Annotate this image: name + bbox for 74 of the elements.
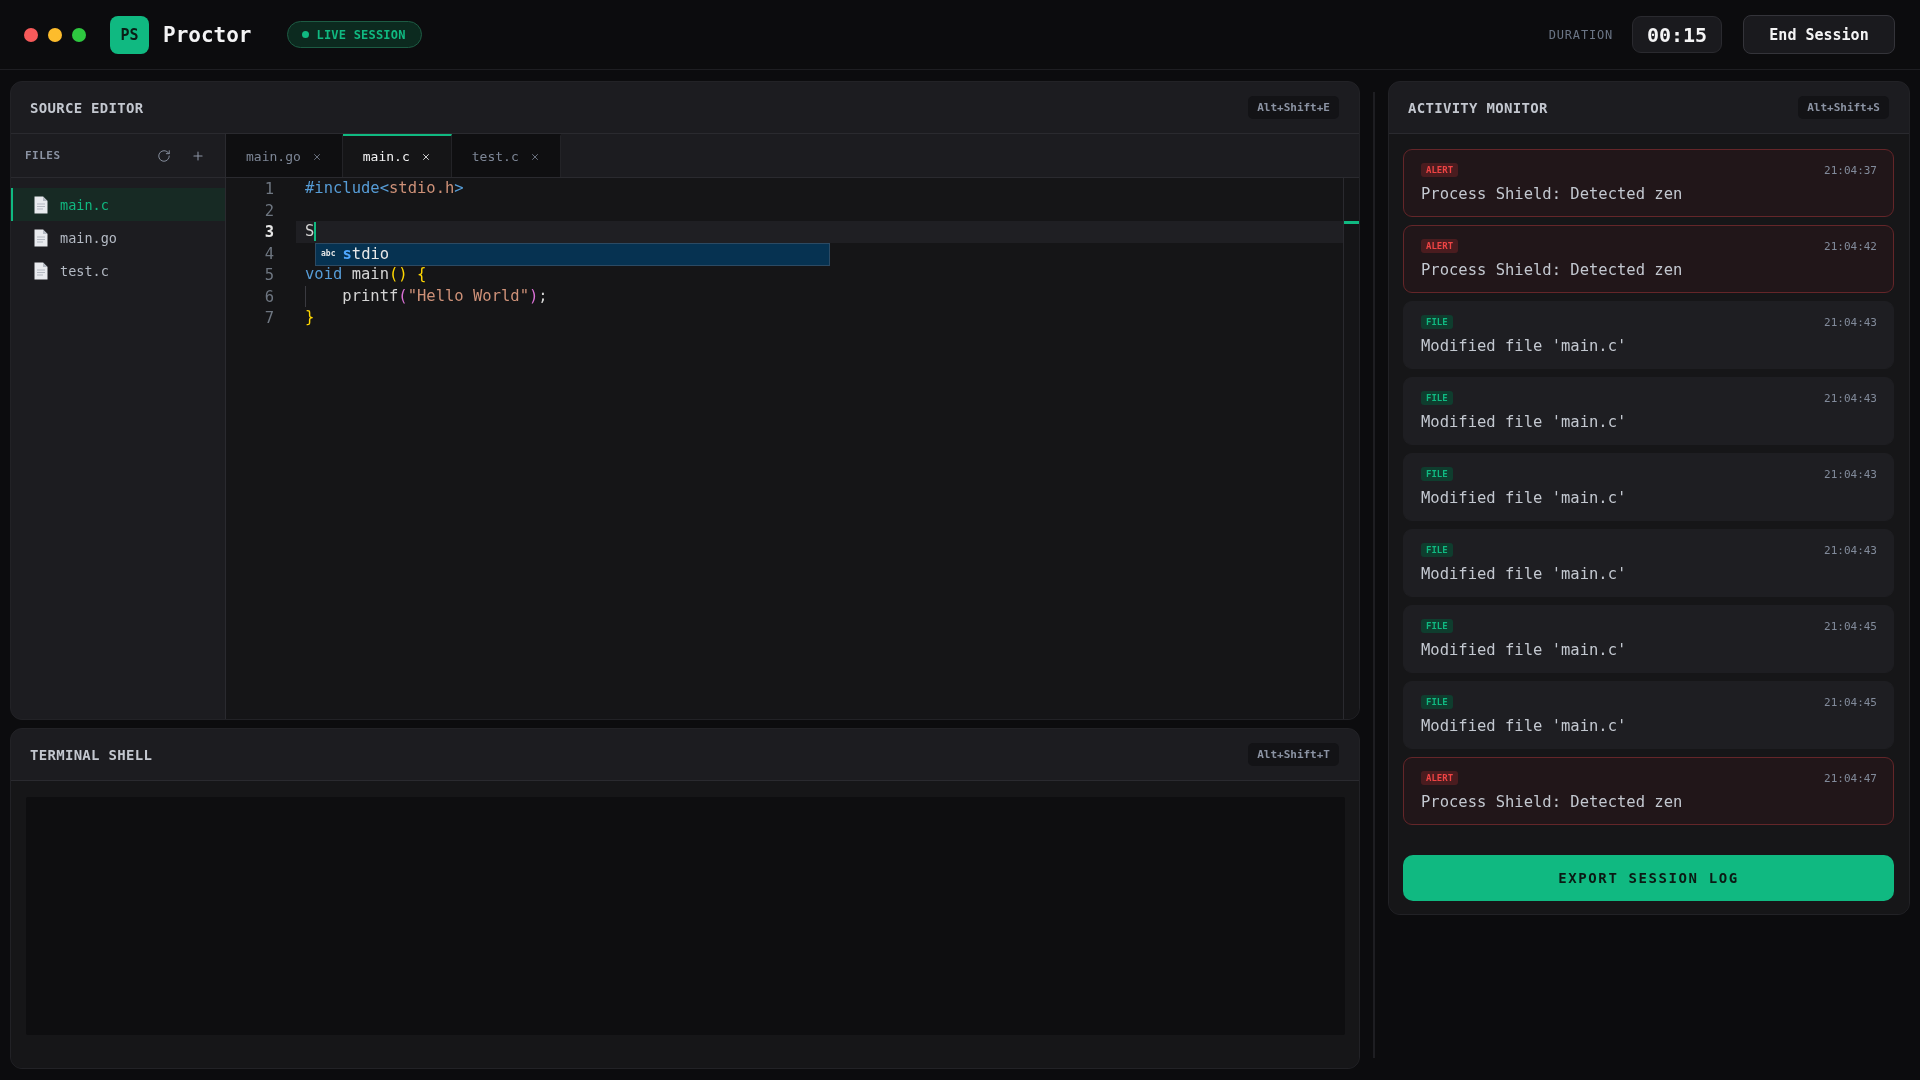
line-number: 7 bbox=[264, 309, 274, 327]
files-heading: FILES bbox=[25, 149, 61, 162]
file-item[interactable]: test.c bbox=[11, 254, 225, 287]
line-number: 1 bbox=[264, 180, 274, 198]
autocomplete-popup[interactable]: abc stdio bbox=[315, 242, 830, 266]
code-line: S bbox=[305, 221, 315, 242]
code-line: void main() { bbox=[305, 264, 427, 285]
panel-title: ACTIVITY MONITOR bbox=[1408, 99, 1548, 116]
event-message: Process Shield: Detected zen bbox=[1421, 792, 1683, 812]
end-session-button[interactable]: End Session bbox=[1743, 15, 1895, 54]
plus-icon bbox=[191, 148, 205, 163]
file-item[interactable]: main.go bbox=[11, 221, 225, 254]
shortcut-badge: Alt+Shift+T bbox=[1248, 743, 1339, 766]
event-message: Modified file 'main.c' bbox=[1421, 488, 1627, 508]
window-control-button[interactable] bbox=[48, 27, 62, 42]
editor-tab[interactable]: main.go bbox=[226, 134, 343, 177]
event-time: 21:04:45 bbox=[1824, 695, 1877, 709]
shortcut-badge: Alt+Shift+S bbox=[1798, 96, 1889, 119]
event-message: Modified file 'main.c' bbox=[1421, 412, 1627, 432]
app-logo: PS bbox=[110, 15, 149, 54]
suggestion-type-label: abc bbox=[321, 249, 336, 259]
app-name: Proctor bbox=[163, 22, 252, 47]
refresh-icon bbox=[157, 148, 171, 163]
event-time: 21:04:45 bbox=[1824, 619, 1877, 633]
event-message: Process Shield: Detected zen bbox=[1421, 184, 1683, 204]
event-type-badge: ALERT bbox=[1421, 163, 1459, 177]
text-cursor bbox=[314, 222, 317, 242]
code-editor[interactable]: 1 #include<stdio.h> 2 3 S 4 5 void main() { 6 printf("Hello World"); 7 } abc stdio bbox=[226, 178, 1359, 719]
event-time: 21:04:47 bbox=[1824, 771, 1877, 785]
code-line: #include<stdio.h> bbox=[305, 178, 464, 199]
export-button[interactable]: EXPORT SESSION LOG bbox=[1403, 855, 1894, 901]
file-icon bbox=[34, 195, 48, 214]
line-number: 3 bbox=[264, 223, 274, 241]
event-type-badge: ALERT bbox=[1421, 771, 1459, 785]
panel-title: TERMINAL SHELL bbox=[30, 746, 153, 763]
suggestion-text: stdio bbox=[342, 245, 390, 263]
close-icon[interactable] bbox=[420, 151, 431, 162]
event-type-badge: FILE bbox=[1421, 467, 1453, 481]
event-time: 21:04:43 bbox=[1824, 391, 1877, 405]
shortcut-badge: Alt+Shift+E bbox=[1248, 96, 1339, 119]
file-icon bbox=[34, 228, 48, 247]
event-type-badge: FILE bbox=[1421, 543, 1453, 557]
code-line: printf("Hello World"); bbox=[342, 285, 548, 307]
panel-title: SOURCE EDITOR bbox=[30, 99, 144, 116]
line-number: 6 bbox=[264, 287, 274, 306]
file-item[interactable]: main.c bbox=[11, 188, 225, 221]
event-time: 21:04:37 bbox=[1824, 163, 1877, 177]
duration-timer: 00:15 bbox=[1632, 16, 1722, 53]
event-type-badge: FILE bbox=[1421, 315, 1453, 329]
event-type-badge: FILE bbox=[1421, 695, 1453, 709]
line-number: 5 bbox=[264, 266, 274, 284]
duration-label: DURATION bbox=[1548, 27, 1613, 42]
event-message: Modified file 'main.c' bbox=[1421, 336, 1627, 356]
window-control-button[interactable] bbox=[72, 27, 86, 42]
event-message: Modified file 'main.c' bbox=[1421, 564, 1627, 584]
event-time: 21:04:43 bbox=[1824, 467, 1877, 481]
code-line: } bbox=[305, 307, 315, 328]
event-message: Modified file 'main.c' bbox=[1421, 640, 1627, 660]
event-time: 21:04:43 bbox=[1824, 315, 1877, 329]
file-icon bbox=[34, 261, 48, 280]
event-message: Modified file 'main.c' bbox=[1421, 716, 1627, 736]
window-control-button[interactable] bbox=[24, 27, 38, 42]
editor-tab[interactable]: test.c bbox=[451, 134, 561, 177]
event-time: 21:04:42 bbox=[1824, 239, 1877, 253]
event-type-badge: FILE bbox=[1421, 619, 1453, 633]
event-type-badge: FILE bbox=[1421, 391, 1453, 405]
editor-tab[interactable]: main.c bbox=[342, 134, 452, 177]
event-message: Process Shield: Detected zen bbox=[1421, 260, 1683, 280]
cursor-position-marker bbox=[1344, 221, 1359, 224]
line-number: 2 bbox=[264, 201, 274, 220]
event-time: 21:04:43 bbox=[1824, 543, 1877, 557]
live-session-label: LIVE SESSION bbox=[316, 27, 406, 42]
event-type-badge: ALERT bbox=[1421, 239, 1459, 253]
line-number: 4 bbox=[264, 244, 274, 263]
